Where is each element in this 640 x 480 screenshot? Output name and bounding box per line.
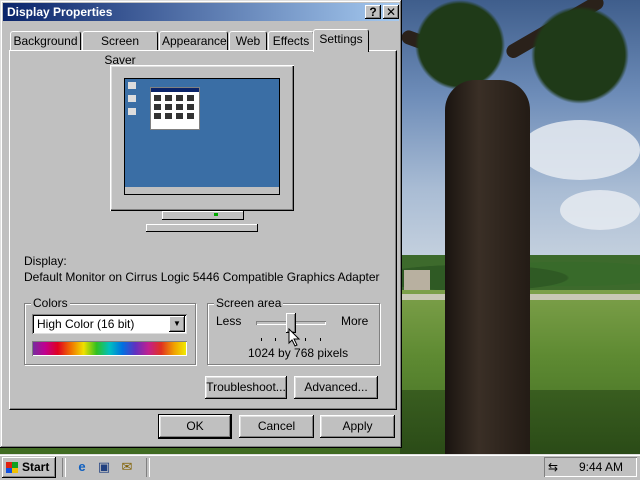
display-device: Default Monitor on Cirrus Logic 5446 Com… <box>24 270 380 284</box>
monitor-power-led <box>214 213 218 216</box>
monitor-preview <box>110 65 294 211</box>
clock[interactable]: 9:44 AM <box>579 460 623 474</box>
resolution-text: 1024 by 768 pixels <box>248 346 349 360</box>
color-depth-select[interactable]: High Color (16 bit) ▼ <box>32 314 187 334</box>
outlook-express-icon[interactable]: ✉ <box>119 459 135 475</box>
preview-taskbar <box>125 187 279 194</box>
wallpaper-leaves <box>520 0 640 110</box>
screen-area-group-title: Screen area <box>214 296 284 310</box>
preview-desktop-icons <box>128 82 136 121</box>
ok-button[interactable]: OK <box>158 414 232 439</box>
wallpaper-cloud <box>560 190 640 230</box>
monitor-stand <box>162 211 244 220</box>
windows-logo-icon <box>6 462 18 473</box>
taskbar: Start e ▣ ✉ ⇆ 9:44 AM <box>0 454 640 480</box>
internet-explorer-icon[interactable]: e <box>74 459 90 475</box>
troubleshoot-button[interactable]: Troubleshoot... <box>205 376 287 399</box>
color-spectrum-bar <box>32 341 187 356</box>
slider-tick <box>305 338 306 341</box>
tab-background[interactable]: Background <box>10 31 81 50</box>
advanced-button[interactable]: Advanced... <box>294 376 378 399</box>
taskbar-separator <box>146 458 150 477</box>
monitor-screen <box>124 78 280 195</box>
tab-screen-saver[interactable]: Screen Saver <box>82 31 158 67</box>
slider-tick <box>275 338 276 341</box>
colors-group-title: Colors <box>31 296 70 310</box>
display-label: Display: <box>24 254 67 268</box>
apply-button[interactable]: Apply <box>320 415 395 438</box>
tab-appearance[interactable]: Appearance <box>159 31 228 50</box>
slider-less-label: Less <box>216 314 242 328</box>
wallpaper-building <box>404 270 430 290</box>
help-button[interactable]: ? <box>365 5 381 19</box>
network-icon[interactable]: ⇆ <box>548 459 564 475</box>
show-desktop-icon[interactable]: ▣ <box>96 459 112 475</box>
taskbar-separator <box>62 458 66 477</box>
preview-window <box>150 87 200 130</box>
slider-more-label: More <box>341 314 369 328</box>
tab-effects[interactable]: Effects <box>268 31 314 50</box>
wallpaper-leaves <box>400 0 520 90</box>
title-bar[interactable]: Display Properties ? ✕ <box>3 3 399 21</box>
chevron-down-icon[interactable]: ▼ <box>169 316 185 332</box>
monitor-base <box>146 224 258 232</box>
color-depth-value: High Color (16 bit) <box>37 317 135 331</box>
tab-web[interactable]: Web <box>229 31 267 50</box>
mouse-pointer-icon <box>288 328 301 347</box>
close-button[interactable]: ✕ <box>383 5 399 19</box>
system-tray: ⇆ 9:44 AM <box>544 457 637 477</box>
start-button[interactable]: Start <box>2 457 56 478</box>
wallpaper-cloud <box>520 120 640 180</box>
wallpaper-tree-trunk <box>445 80 530 456</box>
display-properties-window: Display Properties ? ✕ Background Screen… <box>0 0 402 448</box>
slider-tick <box>261 338 262 341</box>
cancel-button[interactable]: Cancel <box>239 415 314 438</box>
window-title: Display Properties <box>7 5 113 19</box>
tab-settings[interactable]: Settings <box>313 29 369 52</box>
slider-tick <box>320 338 321 341</box>
start-label: Start <box>22 460 50 474</box>
